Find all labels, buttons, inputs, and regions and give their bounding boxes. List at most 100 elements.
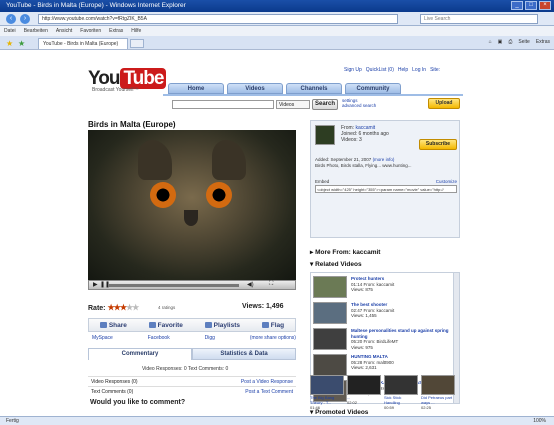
web-page: You Tube Broadcast Yourself™ Sign Up Quic… xyxy=(0,50,554,416)
zoom-level[interactable]: 100% xyxy=(533,418,546,424)
embed-label: Embed xyxy=(315,179,330,184)
menu-item[interactable]: Hilfe xyxy=(131,28,141,34)
related-header[interactable]: ▾ Related Videos xyxy=(310,260,362,268)
forward-icon[interactable]: › xyxy=(20,14,30,24)
fullscreen-icon[interactable]: ⛶ xyxy=(269,281,273,288)
share-label: Share xyxy=(108,321,127,329)
tab-home[interactable]: Home xyxy=(168,83,224,94)
video-player[interactable] xyxy=(88,130,296,280)
related-title[interactable]: Protect hunters xyxy=(351,276,384,281)
search-type-select[interactable]: Videos xyxy=(276,100,310,109)
menu-item[interactable]: Ansicht xyxy=(56,28,72,34)
video-thumbnail[interactable] xyxy=(313,328,347,350)
page-menu[interactable]: Seite xyxy=(518,39,529,45)
menu-item[interactable]: Datei xyxy=(4,28,16,34)
browser-search-input[interactable]: Live Search xyxy=(420,14,538,24)
facebook-link[interactable]: Facebook xyxy=(148,335,170,341)
progress-bar[interactable] xyxy=(109,284,239,287)
view-count: Views: 1,496 xyxy=(242,303,284,310)
list-item[interactable]: Maltese personalities stand up against s… xyxy=(313,327,453,351)
promoted-title[interactable]: Did Petraeus part ways ... xyxy=(421,395,455,405)
owl-eye-left xyxy=(150,182,176,208)
post-text-comment-link[interactable]: Post a Text Comment xyxy=(245,389,293,395)
tab-statistics[interactable]: Statistics & Data xyxy=(192,348,296,360)
video-thumbnail[interactable] xyxy=(313,276,347,298)
text-comments-label[interactable]: Text Comments (0) xyxy=(91,389,133,395)
menu-item[interactable]: Extras xyxy=(109,28,123,34)
more-from-label: More From: kaccamit xyxy=(315,249,381,256)
promoted-item[interactable]: Sick Stick Handling 00:59 xyxy=(384,375,418,410)
favorites-star-icon[interactable]: ★ xyxy=(6,39,13,48)
more-info-link[interactable]: (more info) xyxy=(373,157,395,162)
print-icon[interactable]: ⎙ xyxy=(508,39,512,45)
video-meta: Added: September 21, 2007 (more info) Bi… xyxy=(315,157,457,169)
digg-link[interactable]: Digg xyxy=(205,335,215,341)
tab-channels[interactable]: Channels xyxy=(286,83,342,94)
flag-button[interactable]: Flag xyxy=(261,322,284,329)
star-icon[interactable]: ★ xyxy=(132,303,139,312)
promoted-title[interactable]: Sick Stick Handling xyxy=(384,395,418,405)
avatar[interactable] xyxy=(315,125,335,145)
promoted-item[interactable]: The Big Bang Theory - T... 01:46 xyxy=(310,375,344,410)
list-item[interactable]: HUNTING MALTA 05:28 From: maltt900 Views: … xyxy=(313,353,453,377)
video-thumbnail[interactable] xyxy=(310,375,344,395)
minimize-icon[interactable]: _ xyxy=(511,1,523,10)
promoted-title[interactable]: The Big Bang Theory - T... xyxy=(310,395,344,405)
home-icon[interactable]: ⌂ xyxy=(489,39,492,45)
more-from-header[interactable]: ▸ More From: kaccamit xyxy=(310,248,380,256)
close-icon[interactable]: × xyxy=(539,1,551,10)
video-thumbnail[interactable] xyxy=(384,375,418,395)
window-titlebar: YouTube - Birds in Malta (Europe) - Wind… xyxy=(0,0,554,12)
address-bar[interactable]: http://www.youtube.com/watch?v=fRtgZIK_B… xyxy=(38,14,398,24)
signup-link[interactable]: Sign Up xyxy=(344,67,362,73)
site-link[interactable]: Site: xyxy=(430,67,440,73)
favorite-button[interactable]: Favorite xyxy=(148,322,183,329)
video-thumbnail[interactable] xyxy=(421,375,455,395)
video-thumbnail[interactable] xyxy=(347,375,381,395)
promoted-item[interactable]: Did Petraeus part ways ... 02:25 xyxy=(421,375,455,410)
customize-link[interactable]: Customize xyxy=(436,179,457,184)
tools-menu[interactable]: Extras xyxy=(536,39,550,45)
myspace-link[interactable]: MySpace xyxy=(92,335,113,341)
quicklist-link[interactable]: QuickList (0) xyxy=(366,67,394,73)
heart-icon xyxy=(148,322,156,328)
play-icon[interactable]: ▶ xyxy=(93,281,98,288)
help-link[interactable]: Help xyxy=(398,67,408,73)
menu-item[interactable]: Bearbeiten xyxy=(24,28,48,34)
video-responses-label[interactable]: Video Responses (0) xyxy=(91,379,138,385)
add-favorite-icon[interactable]: ★ xyxy=(18,39,25,48)
subscribe-button[interactable]: Subscribe xyxy=(419,139,457,150)
list-item[interactable]: The best shooter 02:47 From: kaccamit View… xyxy=(313,301,453,325)
added-date: Added: September 21, 2007 xyxy=(315,157,372,162)
embed-code-field[interactable]: <object width="425" height="355"><param … xyxy=(315,185,457,193)
more-share-link[interactable]: (more share options) xyxy=(250,335,296,341)
playlists-button[interactable]: Playlists xyxy=(204,322,240,329)
video-thumbnail[interactable] xyxy=(313,354,347,376)
share-button[interactable]: Share xyxy=(99,321,127,329)
tab-commentary[interactable]: Commentary xyxy=(88,348,192,360)
volume-icon[interactable]: ◀) xyxy=(247,281,254,288)
related-title[interactable]: Maltese personalities stand up against s… xyxy=(351,328,449,339)
rating-stars[interactable]: ★★★★★ xyxy=(107,303,139,312)
browser-tab[interactable]: YouTube - Birds in Malta (Europe) xyxy=(38,38,128,49)
list-item[interactable]: Protect hunters 01:14 From: kaccamit Views… xyxy=(313,275,453,299)
responses-summary: Video Responses: 0 Text Comments: 0 xyxy=(142,366,229,372)
related-title[interactable]: The best shooter xyxy=(351,302,387,307)
search-button[interactable]: Search xyxy=(312,99,338,110)
tab-community[interactable]: Community xyxy=(345,83,401,94)
video-thumbnail[interactable] xyxy=(313,302,347,324)
advanced-search-link[interactable]: advanced search xyxy=(342,103,376,108)
menu-item[interactable]: Favoriten xyxy=(80,28,101,34)
related-title[interactable]: HUNTING MALTA xyxy=(351,354,388,359)
login-link[interactable]: Log In xyxy=(412,67,426,73)
post-video-response-link[interactable]: Post a Video Response xyxy=(241,379,293,385)
tab-videos[interactable]: Videos xyxy=(227,83,283,94)
search-input[interactable] xyxy=(172,100,274,109)
back-icon[interactable]: ‹ xyxy=(6,14,16,24)
promoted-item[interactable]: ... 02:02 xyxy=(347,375,381,410)
upload-button[interactable]: Upload xyxy=(428,98,460,109)
new-tab-button[interactable] xyxy=(130,39,144,48)
feeds-icon[interactable]: ▣ xyxy=(498,39,503,45)
maximize-icon[interactable]: □ xyxy=(525,1,537,10)
ratings-count: 4 ratings xyxy=(158,305,176,310)
